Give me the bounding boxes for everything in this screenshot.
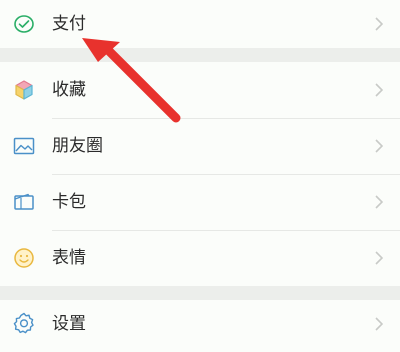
pay-check-icon xyxy=(12,12,36,36)
chevron-right-icon xyxy=(374,82,384,98)
gear-icon xyxy=(12,311,36,335)
menu-item-pay[interactable]: 支付 xyxy=(0,0,400,48)
section-separator xyxy=(0,48,400,62)
chevron-right-icon xyxy=(374,16,384,32)
menu-item-favorites-label: 收藏 xyxy=(52,80,86,100)
menu-item-moments-label: 朋友圈 xyxy=(52,136,103,156)
chevron-right-icon xyxy=(374,138,384,154)
wallet-icon xyxy=(12,190,36,214)
menu-item-stickers[interactable]: 表情 xyxy=(0,230,400,286)
menu-group-settings: 设置 xyxy=(0,300,400,352)
chevron-right-icon xyxy=(374,250,384,266)
image-icon xyxy=(12,134,36,158)
menu-item-pay-label: 支付 xyxy=(52,14,86,34)
menu-item-settings-label: 设置 xyxy=(52,314,86,334)
cube-icon xyxy=(12,78,36,102)
smile-icon xyxy=(12,246,36,270)
menu-item-stickers-label: 表情 xyxy=(52,248,86,268)
menu-group-main: 收藏 朋友圈 卡包 表情 xyxy=(0,62,400,286)
menu-item-settings[interactable]: 设置 xyxy=(0,300,400,352)
menu-item-favorites[interactable]: 收藏 xyxy=(0,62,400,118)
chevron-right-icon xyxy=(374,194,384,210)
menu-item-moments[interactable]: 朋友圈 xyxy=(0,118,400,174)
section-separator xyxy=(0,286,400,300)
menu-item-cards[interactable]: 卡包 xyxy=(0,174,400,230)
menu-item-cards-label: 卡包 xyxy=(52,192,86,212)
chevron-right-icon xyxy=(374,316,384,332)
menu-group-pay: 支付 xyxy=(0,0,400,48)
